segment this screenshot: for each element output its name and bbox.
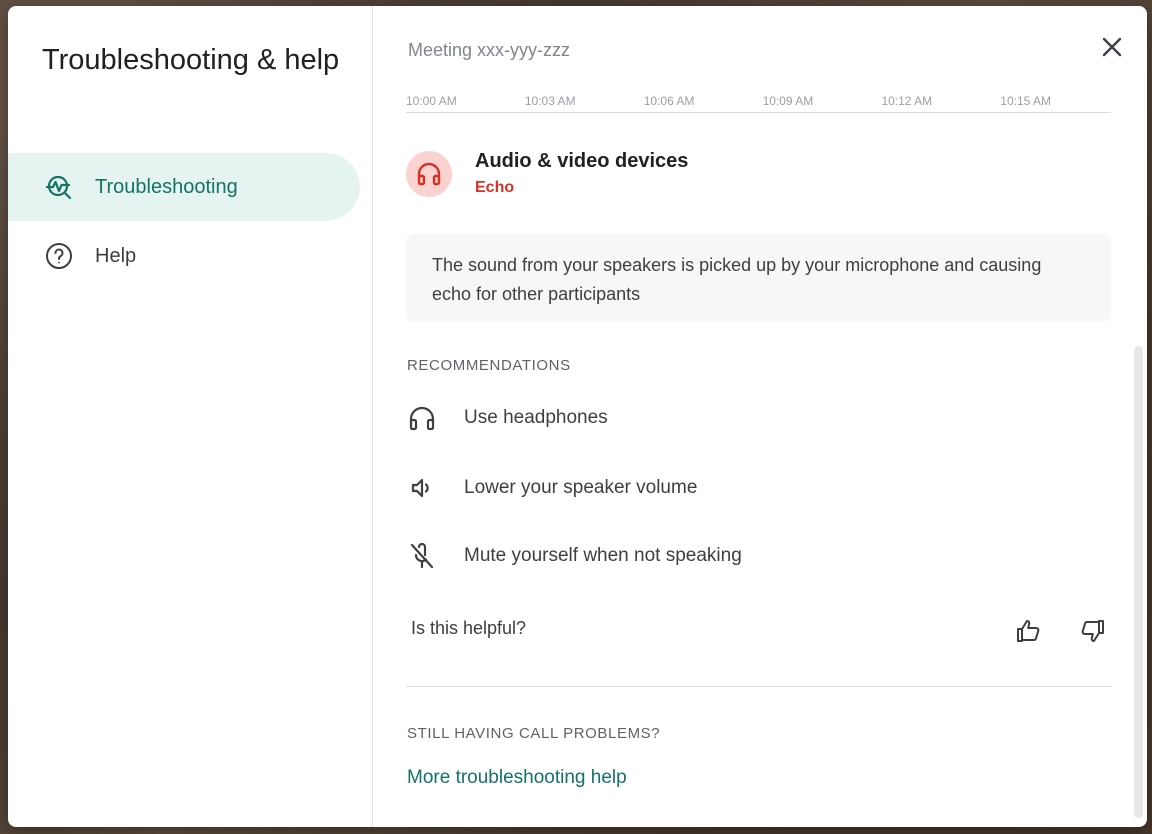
timeline-tick: 10:03 AM: [524, 94, 576, 106]
divider: [406, 686, 1111, 687]
sidebar-item-troubleshooting[interactable]: Troubleshooting: [8, 153, 360, 221]
meeting-title: Meeting xxx-yyy-zzz: [408, 40, 571, 60]
sidebar: Troubleshooting & help Troubleshooting H…: [8, 6, 373, 827]
recommendation-label: Mute yourself when not speaking: [464, 545, 742, 566]
thumbs-up-icon: [1017, 620, 1040, 642]
timeline-tick: 10:15 AM: [1000, 94, 1051, 106]
timeline-tick: 10:06 AM: [643, 94, 695, 106]
divider: [406, 112, 1111, 113]
timeline-strip: 10:00 AM 10:03 AM 10:06 AM 10:09 AM 10:1…: [406, 92, 1111, 106]
close-icon: [1102, 37, 1122, 57]
device-title: Audio & video devices: [475, 150, 689, 172]
headphones-icon: [407, 403, 437, 433]
more-troubleshooting-link[interactable]: More troubleshooting help: [407, 767, 627, 789]
headset-icon: [417, 162, 441, 186]
thumbs-down-button[interactable]: [1077, 616, 1107, 646]
timeline-tick: 10:12 AM: [881, 94, 933, 106]
explanation-box: The sound from your speakers is picked u…: [406, 234, 1111, 322]
scrollbar[interactable]: [1134, 346, 1143, 818]
help-circle-icon: [44, 241, 74, 271]
sidebar-item-label: Troubleshooting: [95, 175, 238, 198]
main-panel: Meeting xxx-yyy-zzz 10:00 AM 10:03 AM 10…: [374, 6, 1147, 827]
sidebar-item-help[interactable]: Help: [8, 222, 360, 290]
helpful-question: Is this helpful?: [411, 618, 527, 638]
close-button[interactable]: [1097, 32, 1127, 62]
troubleshooting-dialog: Troubleshooting & help Troubleshooting H…: [8, 6, 1147, 827]
recommendation-label: Lower your speaker volume: [464, 477, 698, 498]
still-problems-header: STILL HAVING CALL PROBLEMS?: [407, 725, 661, 742]
recommendation-label: Use headphones: [464, 407, 608, 428]
recommendation-item: Lower your speaker volume: [407, 473, 697, 503]
thumbs-down-icon: [1081, 620, 1104, 642]
recommendations-header: RECOMMENDATIONS: [407, 357, 571, 374]
timeline-tick: 10:00 AM: [406, 94, 457, 106]
sidebar-item-label: Help: [95, 244, 137, 267]
volume-down-icon: [407, 473, 437, 503]
thumbs-up-button[interactable]: [1014, 616, 1044, 646]
mic-off-icon: [407, 541, 437, 571]
troubleshooting-icon: [44, 172, 74, 202]
recommendation-item: Mute yourself when not speaking: [407, 541, 742, 571]
sidebar-title: Troubleshooting & help: [42, 44, 340, 76]
device-status-badge: [406, 151, 452, 197]
device-status: Echo: [475, 179, 515, 196]
recommendation-item: Use headphones: [407, 403, 608, 433]
timeline-tick: 10:09 AM: [762, 94, 814, 106]
